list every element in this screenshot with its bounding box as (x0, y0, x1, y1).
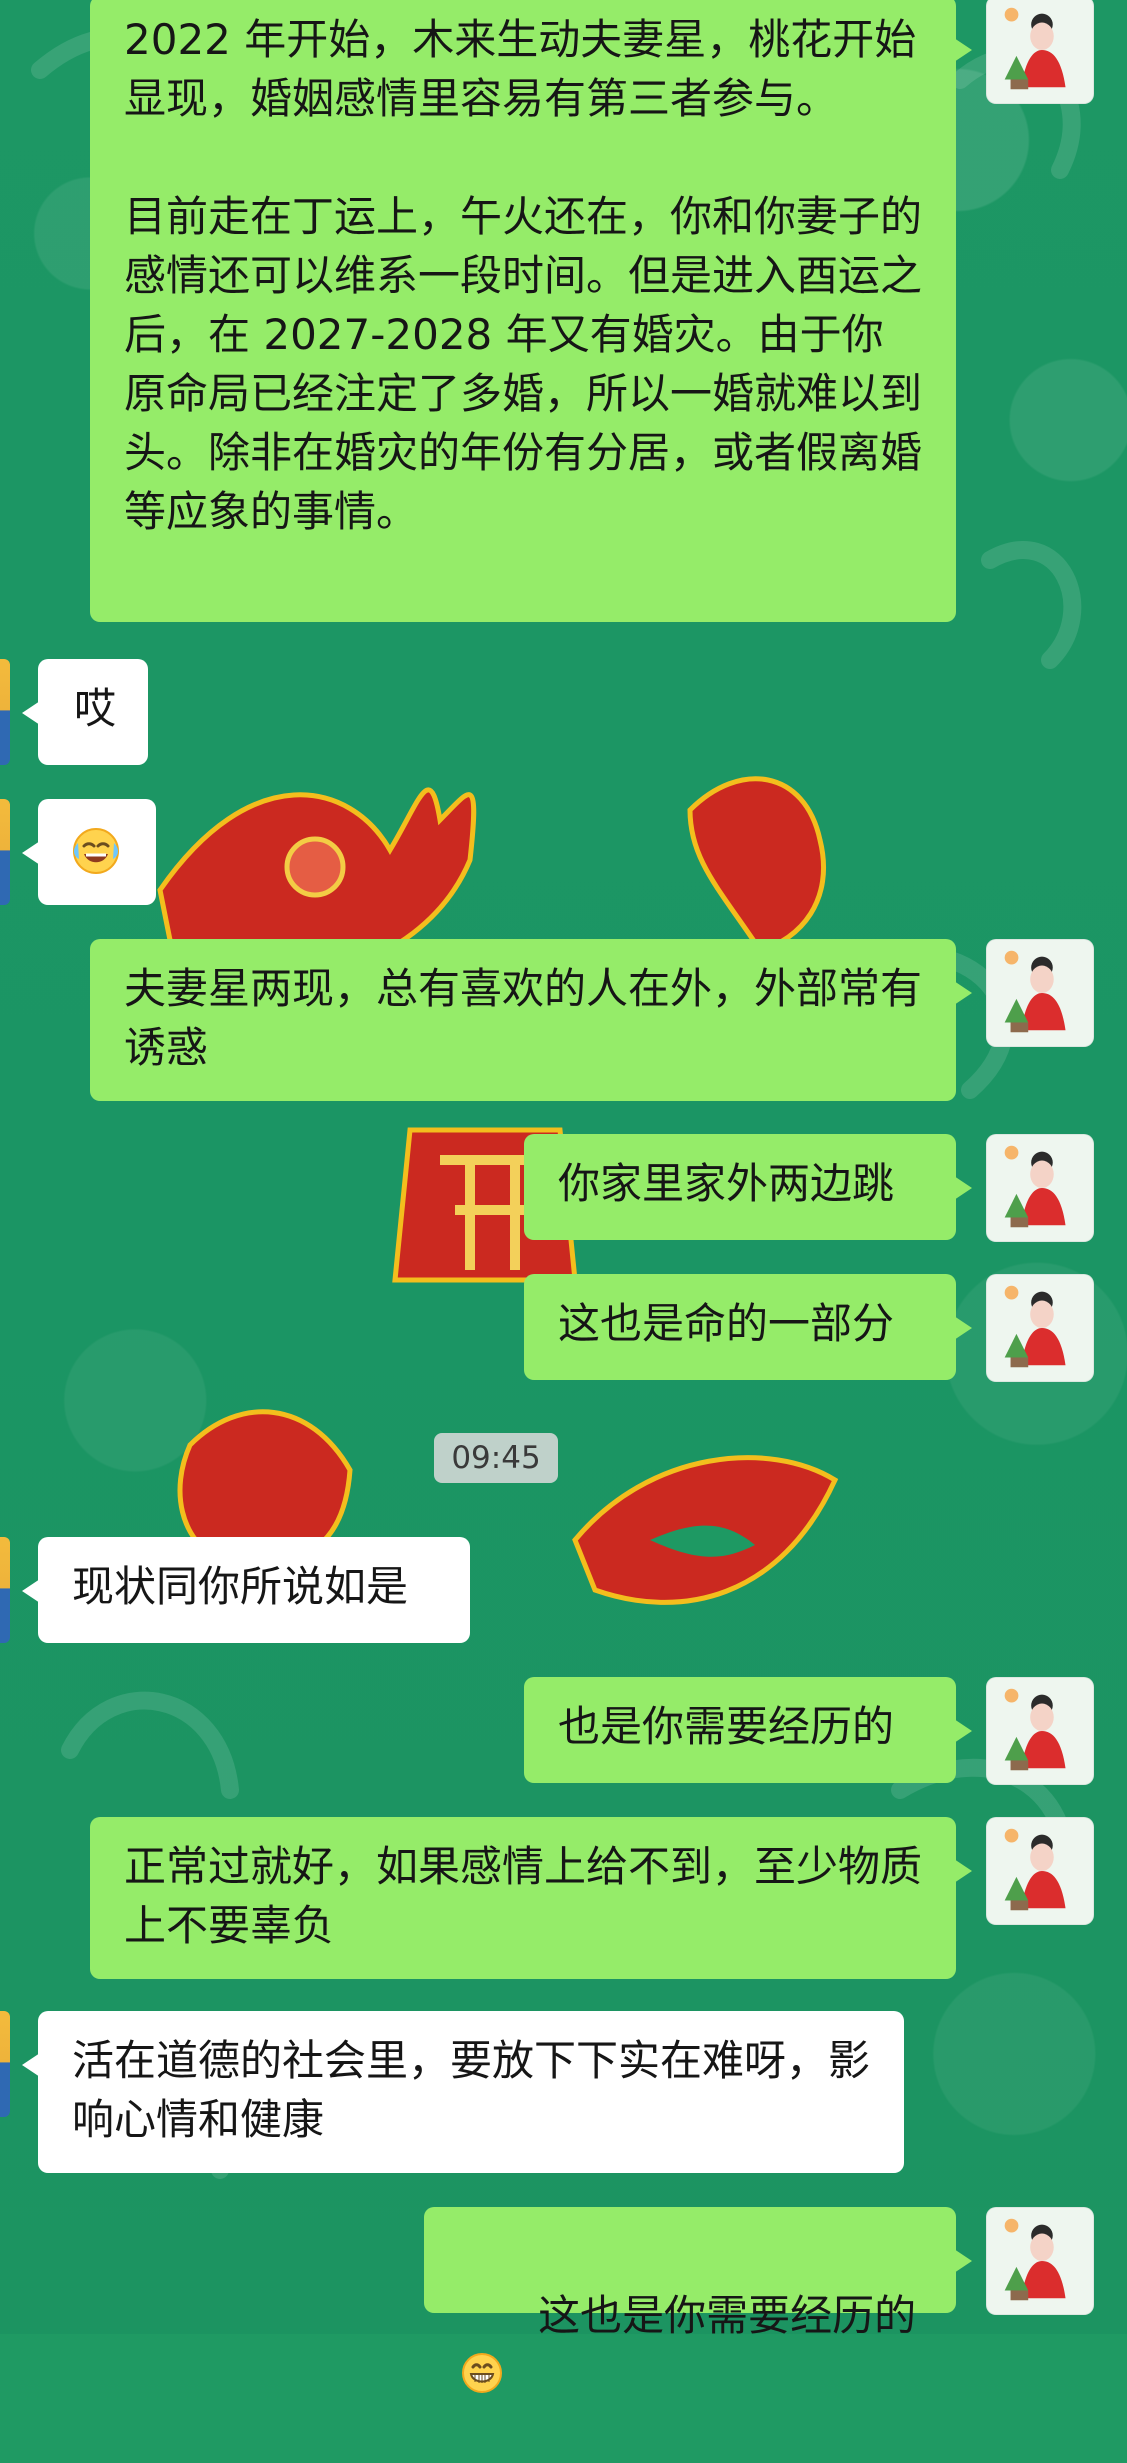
user-avatar-icon[interactable] (986, 2207, 1094, 2315)
message-bubble-incoming[interactable]: 活在道德的社会里，要放下下实在难呀，影响心情和健康 (22, 2011, 904, 2173)
user-avatar-icon[interactable] (986, 1817, 1094, 1925)
message-bubble-outgoing[interactable]: 正常过就好，如果感情上给不到，至少物质上不要辜负 (90, 1817, 972, 1979)
contact-avatar-fragment[interactable] (0, 799, 10, 905)
user-avatar-icon[interactable] (986, 1274, 1094, 1382)
message-bubble-incoming[interactable]: 哎 (22, 659, 148, 765)
user-avatar-icon[interactable] (986, 939, 1094, 1047)
message-bubble-outgoing[interactable]: 夫妻星两现，总有喜欢的人在外，外部常有诱惑 (90, 939, 972, 1101)
user-avatar-icon[interactable] (986, 0, 1094, 104)
message-bubble-incoming[interactable]: 现状同你所说如是 (22, 1537, 470, 1643)
user-avatar-icon[interactable] (986, 1677, 1094, 1785)
grinning-emoji (462, 2353, 502, 2393)
contact-avatar-fragment[interactable] (0, 659, 10, 765)
contact-avatar-fragment[interactable] (0, 2011, 10, 2117)
message-bubble-outgoing[interactable]: 这也是你需要经历的 (424, 2207, 972, 2393)
chat-timestamp: 09:45 (434, 1433, 558, 1483)
chat-thread[interactable]: 2022 年开始，木来生动夫妻星，桃花开始显现，婚姻感情里容易有第三者参与。 目… (0, 0, 1127, 2393)
user-avatar-icon[interactable] (986, 1134, 1094, 1242)
crying-laughing-emoji (73, 828, 119, 874)
contact-avatar-fragment[interactable] (0, 1537, 10, 1643)
message-bubble-outgoing[interactable]: 这也是命的一部分 (524, 1274, 972, 1380)
message-bubble-outgoing[interactable]: 2022 年开始，木来生动夫妻星，桃花开始显现，婚姻感情里容易有第三者参与。 目… (90, 0, 972, 622)
message-bubble-outgoing[interactable]: 你家里家外两边跳 (524, 1134, 972, 1240)
message-text: 这也是你需要经历的 (538, 2291, 917, 2340)
message-bubble-incoming-emoji[interactable] (22, 799, 156, 905)
message-bubble-outgoing[interactable]: 也是你需要经历的 (524, 1677, 972, 1783)
